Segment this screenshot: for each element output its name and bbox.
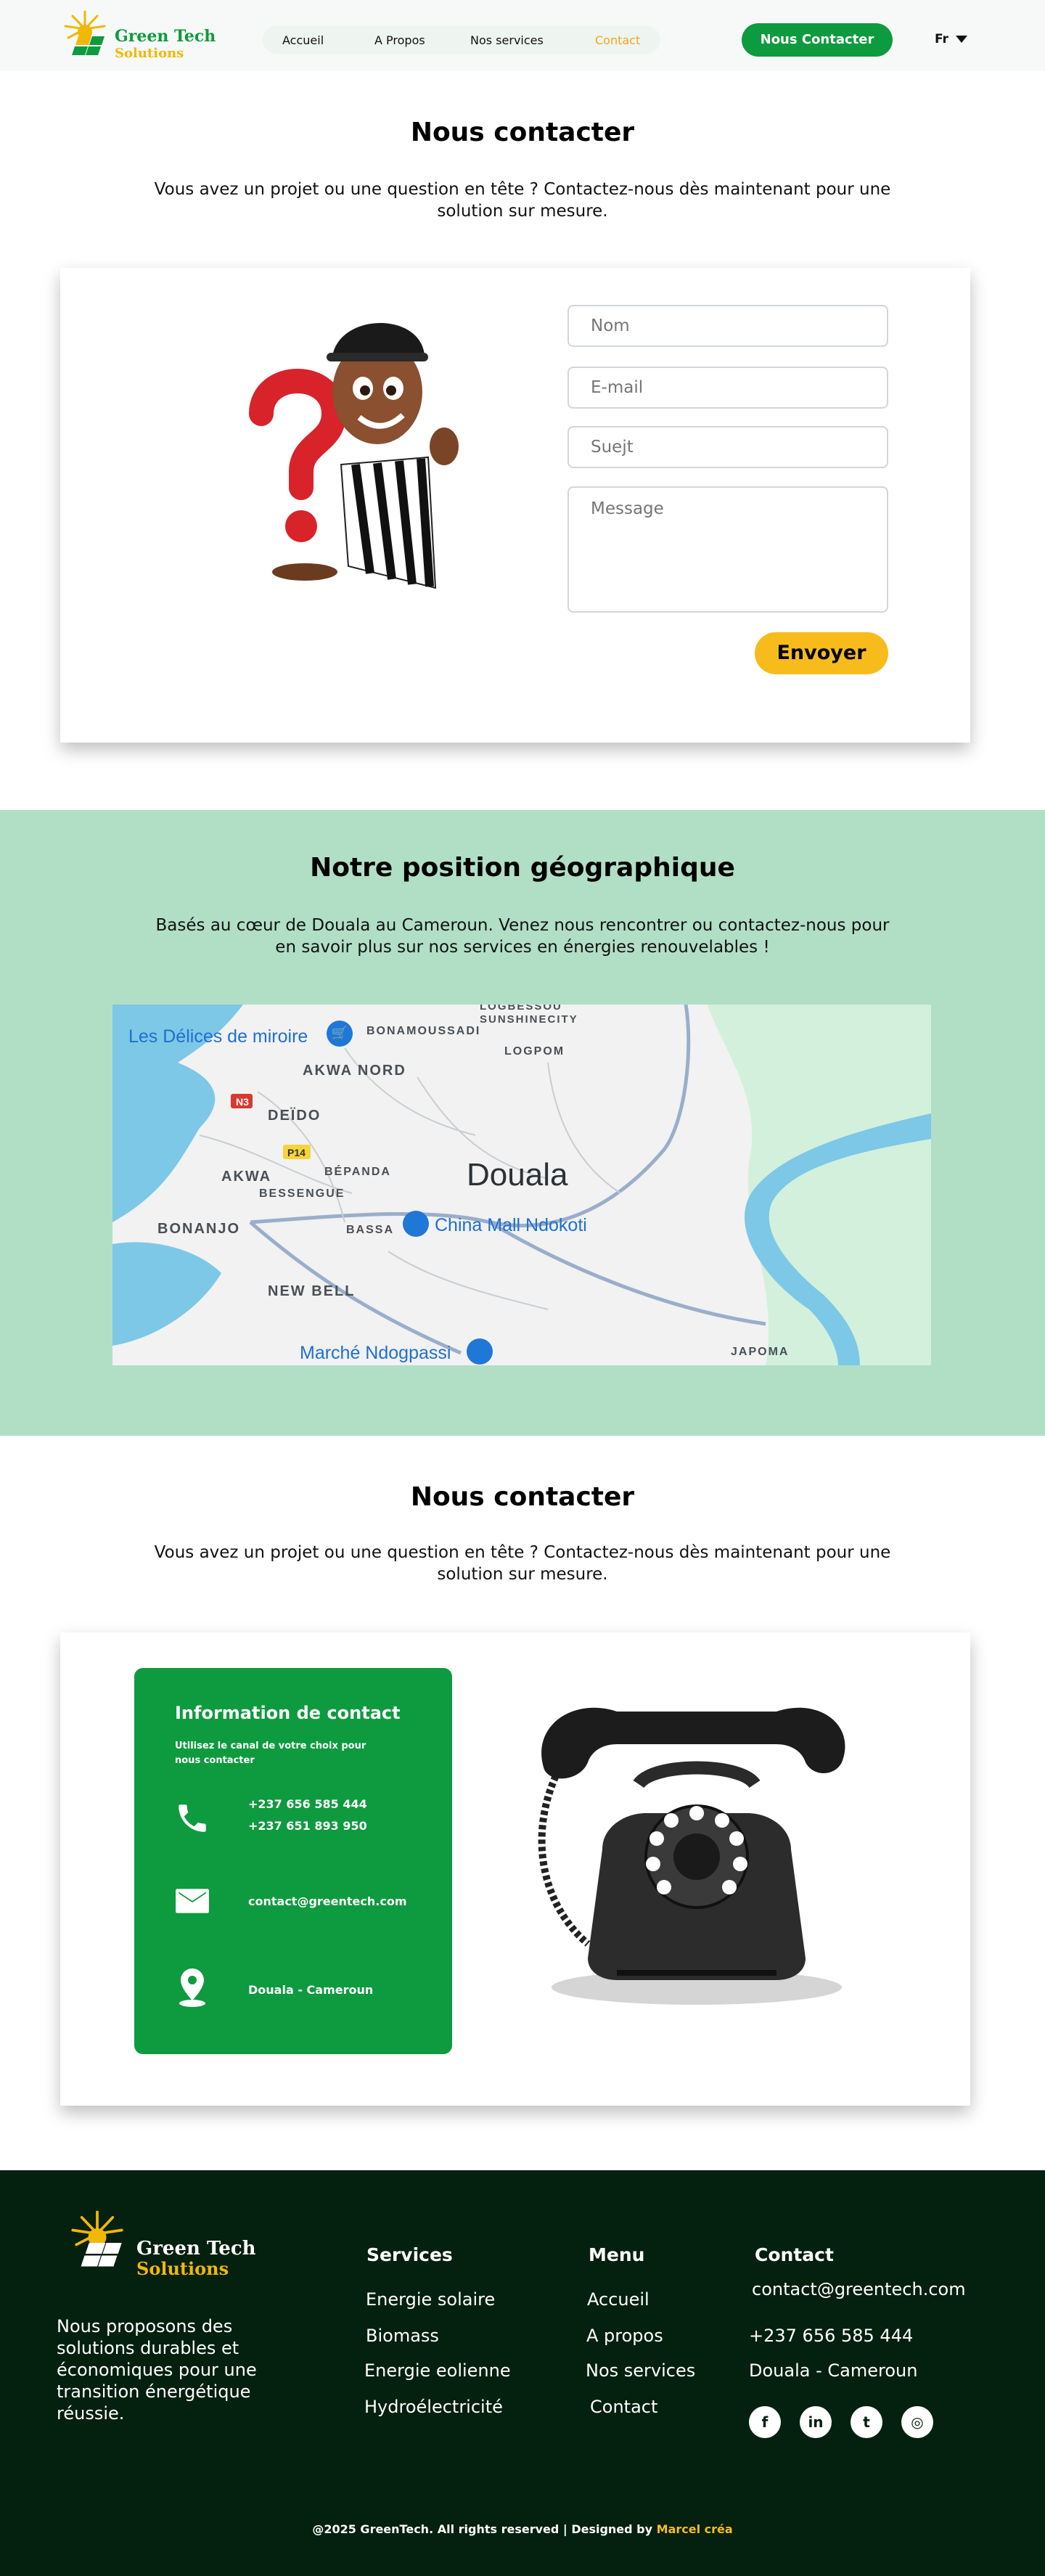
map-label-bonamoussadi: BONAMOUSSADI (366, 1025, 481, 1037)
twitter-icon[interactable]: t (851, 2406, 882, 2438)
route-n3-label: N3 (236, 1096, 249, 1108)
footer-service-eolienne[interactable]: Energie eolienne (364, 2360, 511, 2381)
phone-number-1[interactable]: +237 656 585 444 (248, 1797, 367, 1811)
map-label-japoma: JAPOMA (731, 1346, 790, 1358)
contact-info-box-title: Information de contact (175, 1703, 401, 1723)
designer-link[interactable]: Marcel créa (657, 2522, 733, 2536)
sun-logo-icon[interactable] (62, 2207, 132, 2279)
message-textarea[interactable] (567, 486, 888, 613)
map-label-logbessou: LOGBESSOU (480, 1005, 562, 1013)
copyright-text: @2025 GreenTech. All rights reserved | D… (312, 2522, 653, 2536)
map-label-deido: DEÏDO (268, 1108, 321, 1124)
contact-email[interactable]: contact@greentech.com (248, 1894, 406, 1908)
nav-nos-services[interactable]: Nos services (470, 33, 544, 47)
map-label-douala: Douala (467, 1157, 568, 1193)
contact-info-box-subtitle: Utilisez le canal de votre choix pour no… (175, 1741, 366, 1766)
footer-service-hydro[interactable]: Hydroélectricité (364, 2397, 503, 2417)
map-poi-ndogpassi[interactable]: Marché Ndogpassi (300, 1343, 451, 1364)
footer-copyright: @2025 GreenTech. All rights reserved | D… (0, 2522, 1045, 2536)
map-label-bassa: BASSA (346, 1224, 395, 1236)
name-input[interactable] (567, 305, 888, 347)
map-label-new-bell: NEW BELL (268, 1283, 356, 1299)
footer-service-solaire[interactable]: Energie solaire (366, 2289, 495, 2310)
map-label-akwa-nord: AKWA NORD (303, 1063, 406, 1079)
nav-a-propos[interactable]: A Propos (374, 33, 425, 47)
brand-line-1: Green Tech (115, 27, 216, 46)
map-label-bepanda: BÉPANDA (324, 1166, 391, 1178)
contact-form-title: Nous contacter (410, 118, 635, 147)
contact-address: Douala - Cameroun (248, 1983, 374, 1997)
footer-brand-line-1: Green Tech (136, 2238, 256, 2260)
nous-contacter-button[interactable]: Nous Contacter (742, 23, 893, 57)
send-button[interactable]: Envoyer (755, 632, 888, 674)
footer-brand-line-2: Solutions (136, 2258, 229, 2279)
route-p14-label: P14 (287, 1147, 306, 1158)
footer-service-biomass[interactable]: Biomass (366, 2326, 439, 2346)
location-title: Notre position géographique (310, 853, 735, 883)
instagram-icon[interactable]: ◎ (901, 2406, 933, 2438)
footer-contact-heading: Contact (755, 2244, 834, 2265)
language-selector[interactable]: Fr (935, 32, 967, 46)
map-poi-china-mall[interactable]: China Mall Ndokoti (435, 1215, 587, 1236)
shopping-bag-icon[interactable] (403, 1211, 429, 1237)
map-label-bonanjo: BONANJO (157, 1221, 241, 1237)
location-subtitle: Basés au cœur de Douala au Cameroun. Ven… (155, 916, 890, 957)
footer-menu-heading: Menu (589, 2244, 645, 2265)
footer-brand-name: Green Tech Solutions (136, 2238, 256, 2279)
map-label-sunshinecity: SUNSHINECITY (480, 1013, 578, 1026)
map-poi-delices[interactable]: Les Délices de miroire (128, 1026, 308, 1047)
nav-accueil[interactable]: Accueil (282, 33, 324, 47)
map-label-bessengue: BESSENGUE (259, 1187, 345, 1200)
footer-menu-a-propos[interactable]: A propos (586, 2326, 663, 2346)
map-label-akwa: AKWA (221, 1169, 272, 1185)
footer-contact-email[interactable]: contact@greentech.com (752, 2279, 966, 2299)
caret-down-icon (955, 36, 967, 43)
email-input[interactable] (567, 367, 888, 409)
brand-name: Green Tech Solutions (115, 28, 216, 62)
footer-menu-nos-services[interactable]: Nos services (586, 2360, 695, 2381)
nav-contact[interactable]: Contact (595, 33, 640, 47)
footer-contact-address: Douala - Cameroun (749, 2360, 918, 2381)
map-label-logpom: LOGPOM (504, 1045, 565, 1058)
sun-logo-icon[interactable] (60, 7, 110, 65)
rotary-telephone-illustration (538, 1707, 845, 2005)
footer-services-heading: Services (366, 2244, 453, 2265)
contact-info-subtitle: Vous avez un projet ou une question en t… (154, 1543, 891, 1584)
phone-icon (179, 1804, 206, 1832)
facebook-icon[interactable]: f (749, 2406, 781, 2438)
language-value: Fr (935, 32, 948, 46)
contact-form-subtitle: Vous avez un projet ou une question en t… (154, 180, 891, 221)
footer-description: Nous proposons des solutions durables et… (57, 2316, 257, 2424)
location-pin-icon (179, 1968, 205, 2007)
footer-contact-phone[interactable]: +237 656 585 444 (749, 2326, 913, 2346)
map-embed[interactable]: N3 P14 Les Délices de miroire 🛒 BONAMOUS… (112, 1005, 931, 1365)
linkedin-icon[interactable]: in (800, 2406, 832, 2438)
footer-menu-accueil[interactable]: Accueil (587, 2289, 649, 2310)
phone-number-2[interactable]: +237 651 893 950 (248, 1819, 367, 1833)
site-header: Green Tech Solutions Accueil A Propos No… (0, 0, 1045, 71)
referee-question-mark-illustration (249, 323, 459, 589)
shopping-cart-icon[interactable] (467, 1338, 493, 1365)
subject-input[interactable] (567, 426, 888, 468)
brand-line-2: Solutions (115, 46, 184, 61)
footer-menu-contact[interactable]: Contact (590, 2397, 657, 2417)
email-icon (176, 1889, 209, 1913)
shopping-cart-icon[interactable]: 🛒 (327, 1021, 353, 1047)
contact-info-title: Nous contacter (410, 1482, 635, 1512)
